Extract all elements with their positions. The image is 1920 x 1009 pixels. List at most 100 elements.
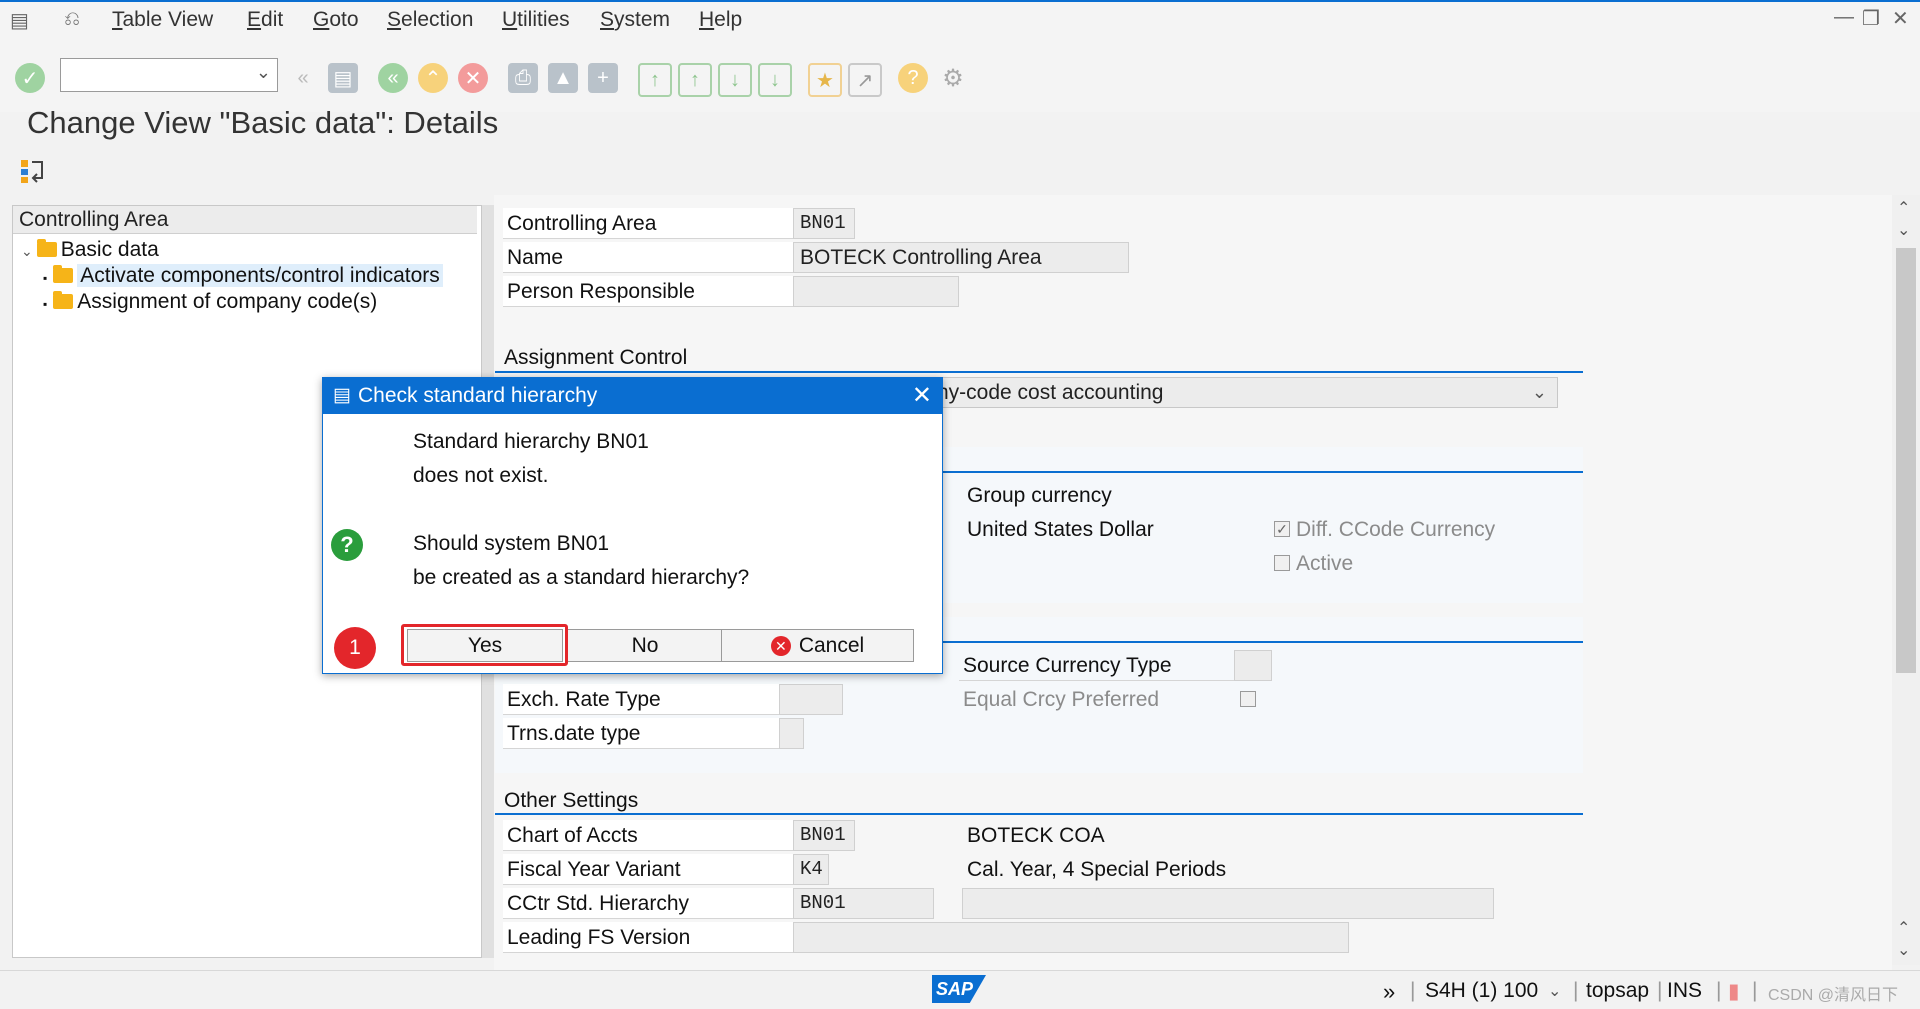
exch-rate-type-field[interactable] — [779, 684, 843, 715]
close-window-icon[interactable]: ✕ — [1892, 6, 1909, 31]
dialog-title: Check standard hierarchy — [358, 384, 598, 407]
fiscal-year-variant-label: Fiscal Year Variant — [503, 854, 793, 885]
watermark-text: CSDN @清风日下 — [1768, 987, 1899, 1004]
chevron-double-right-icon[interactable]: » — [1383, 979, 1395, 1005]
section-divider — [495, 371, 1583, 373]
gear-icon[interactable]: ⚙ — [938, 63, 968, 93]
name-field[interactable]: BOTECK Controlling Area — [793, 242, 1129, 273]
controlling-area-label: Controlling Area — [503, 208, 793, 239]
chevron-down-icon[interactable]: ⌄ — [1548, 981, 1561, 1001]
leading-fs-version-field[interactable] — [793, 922, 1349, 953]
create-session-icon[interactable]: ★ — [808, 63, 842, 97]
command-field[interactable]: ⌄ — [60, 58, 278, 92]
yes-highlight-box — [401, 624, 568, 666]
status-bar: SAP » | S4H (1) 100 ⌄ | topsap | INS | ▮… — [0, 970, 1920, 1009]
menu-system[interactable]: System — [600, 8, 670, 32]
folder-icon — [53, 265, 74, 283]
expand-panel-icon[interactable] — [20, 158, 46, 184]
scroll-down-icon[interactable]: ⌄ — [1897, 220, 1910, 240]
scroll-down-icon[interactable]: ⌄ — [1897, 940, 1910, 960]
scroll-thumb[interactable] — [1896, 248, 1916, 673]
dialog-question-line1: Should system BN01 — [413, 532, 610, 555]
input-mode[interactable]: INS — [1667, 979, 1702, 1003]
restore-icon[interactable]: ❐ — [1862, 6, 1880, 31]
diff-ccode-currency-checkbox[interactable]: ✓ — [1274, 521, 1290, 537]
save-icon[interactable]: ▤ — [328, 63, 358, 93]
controlling-area-value: BN01 — [793, 208, 855, 239]
page-title: Change View "Basic data": Details — [27, 105, 499, 140]
chart-of-accts-description: BOTECK COA — [967, 824, 1105, 847]
minimize-icon[interactable]: — — [1834, 6, 1854, 29]
print-icon[interactable]: ⎙ — [508, 63, 538, 93]
status-divider: | — [1657, 979, 1663, 1002]
section-divider — [495, 813, 1583, 815]
back-icon[interactable]: « — [378, 63, 408, 93]
tree-node-activate-components[interactable]: ▪ Activate components/control indicators — [43, 264, 443, 288]
last-page-icon[interactable]: ↓ — [758, 63, 792, 97]
cctr-std-hierarchy-field[interactable]: BN01 — [793, 888, 934, 919]
previous-page-icon[interactable]: ↑ — [678, 63, 712, 97]
find-next-icon[interactable]: + — [588, 63, 618, 93]
scroll-up-icon[interactable]: ⌃ — [1897, 918, 1910, 938]
other-settings-title: Other Settings — [504, 789, 639, 812]
cancel-button[interactable]: ✕ Cancel — [721, 629, 914, 662]
active-checkbox[interactable] — [1274, 555, 1290, 571]
status-divider: | — [1716, 979, 1722, 1002]
menu-edit[interactable]: Edit — [247, 8, 283, 32]
menu-table-view[interactable]: Table View — [112, 8, 213, 32]
trns-date-type-field[interactable] — [779, 718, 804, 749]
dialog-message-line2: does not exist. — [413, 464, 549, 487]
chart-of-accts-label: Chart of Accts — [503, 820, 793, 851]
folder-icon — [53, 291, 74, 309]
exch-rate-type-label: Exch. Rate Type — [503, 684, 779, 715]
active-label: Active — [1296, 552, 1354, 575]
enter-icon[interactable]: ✓ — [15, 63, 45, 93]
menu-utilities[interactable]: Utilities — [502, 8, 570, 32]
cancel-icon[interactable]: ✕ — [458, 63, 488, 93]
menu-selection[interactable]: Selection — [387, 8, 473, 32]
trns-date-type-label: Trns.date type — [503, 718, 779, 749]
chart-of-accts-field[interactable]: BN01 — [793, 820, 855, 851]
name-label: Name — [503, 242, 793, 273]
menu-help[interactable]: Help — [699, 8, 742, 32]
tree-header: Controlling Area — [13, 206, 477, 234]
collapse-icon[interactable]: ⌄ — [21, 243, 33, 259]
fiscal-year-variant-field[interactable]: K4 — [793, 854, 829, 885]
status-divider: | — [1752, 979, 1758, 1002]
dialog-window-icon: ▤ — [333, 385, 351, 406]
menu-goto[interactable]: Goto — [313, 8, 359, 32]
sap-menu-icon[interactable]: ▤ — [10, 8, 29, 33]
help-icon[interactable]: ? — [898, 63, 928, 93]
person-responsible-label: Person Responsible — [503, 276, 793, 307]
customize-layout-icon[interactable]: ⎌ — [64, 8, 80, 31]
bullet-icon: ▪ — [43, 271, 48, 285]
back-double-icon[interactable]: « — [288, 63, 318, 93]
shortcut-icon[interactable]: ↗ — [848, 63, 882, 97]
lock-icon: ▮ — [1728, 980, 1740, 1003]
tree-node-label: Assignment of company code(s) — [77, 290, 378, 313]
fiscal-year-variant-description: Cal. Year, 4 Special Periods — [967, 858, 1227, 881]
chevron-down-icon[interactable]: ⌄ — [256, 62, 271, 83]
equal-crcy-preferred-checkbox[interactable] — [1240, 691, 1256, 707]
tree-node-label: Activate components/control indicators — [77, 264, 443, 287]
cancel-label: Cancel — [798, 634, 865, 657]
cctr-std-hierarchy-label: CCtr Std. Hierarchy — [503, 888, 793, 919]
close-icon[interactable]: ✕ — [912, 378, 932, 414]
bullet-icon: ▪ — [43, 297, 48, 311]
person-responsible-field[interactable] — [793, 276, 959, 307]
dialog-title-bar: ▤ Check standard hierarchy ✕ — [323, 378, 942, 414]
assignment-control-dropdown[interactable]: ny-code cost accounting ⌄ — [930, 377, 1558, 408]
chevron-down-icon[interactable]: ⌄ — [1532, 378, 1547, 407]
exit-icon[interactable]: ⌃ — [418, 63, 448, 93]
system-info[interactable]: S4H (1) 100 — [1425, 979, 1538, 1003]
scroll-up-icon[interactable]: ⌃ — [1897, 198, 1910, 218]
tree-node-assignment-company-codes[interactable]: ▪ Assignment of company code(s) — [43, 290, 377, 314]
check-standard-hierarchy-dialog: ▤ Check standard hierarchy ✕ Standard hi… — [322, 377, 943, 674]
find-icon[interactable]: ▲ — [548, 63, 578, 93]
next-page-icon[interactable]: ↓ — [718, 63, 752, 97]
tree-node-basic-data[interactable]: ⌄ Basic data — [21, 238, 159, 262]
first-page-icon[interactable]: ↑ — [638, 63, 672, 97]
source-currency-type-field[interactable] — [1234, 650, 1272, 681]
no-button[interactable]: No — [567, 629, 723, 662]
step-badge: 1 — [334, 627, 376, 669]
